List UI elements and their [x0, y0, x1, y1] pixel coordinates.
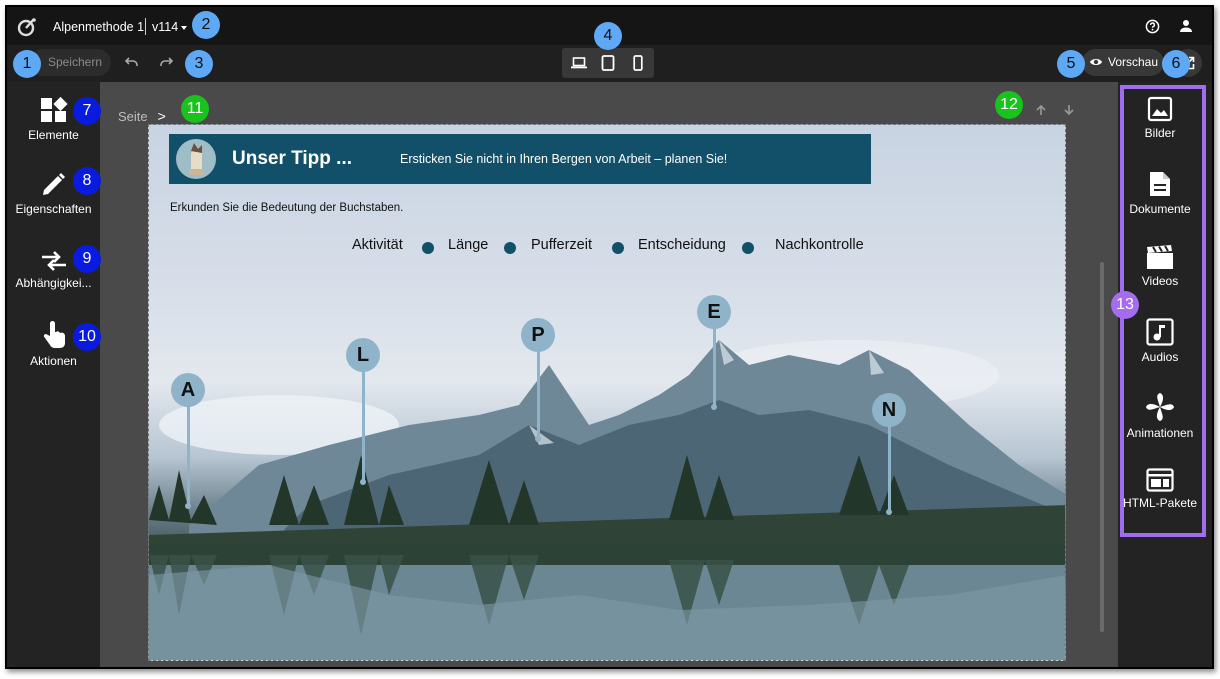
right-panel-label: Videos	[1141, 274, 1179, 288]
pencil-icon	[42, 173, 65, 195]
right-panel-label: HTML-Pakete	[1122, 496, 1198, 510]
redo-icon[interactable]	[159, 57, 173, 67]
chevron-down-icon	[181, 25, 188, 30]
right-panel-item-audios[interactable]: Audios	[1112, 318, 1208, 364]
legend-dot	[742, 242, 754, 254]
right-panel-label: Bilder	[1144, 126, 1176, 140]
undo-icon[interactable]	[125, 57, 139, 67]
intro-text: Erkunden Sie die Bedeutung der Buchstabe…	[170, 202, 404, 214]
title-divider	[145, 18, 146, 35]
hotspot-pin-l[interactable]: L	[346, 338, 380, 372]
pin-anchor	[711, 404, 717, 410]
tablet-icon[interactable]	[601, 55, 615, 71]
device-switcher	[562, 48, 654, 78]
vertical-scrollbar[interactable]	[1100, 262, 1104, 632]
preview-button[interactable]: Vorschau	[1082, 49, 1164, 76]
breadcrumb: Seite >	[118, 108, 166, 124]
hotspot-pin-a[interactable]: A	[171, 373, 205, 407]
arrow-down-icon[interactable]	[1063, 104, 1075, 116]
legend-dot	[422, 242, 434, 254]
page-canvas[interactable]: Unser Tipp ... Ersticken Sie nicht in Ih…	[148, 124, 1066, 661]
callout-badge: 11	[181, 95, 209, 123]
save-button[interactable]: Speichern	[29, 49, 111, 76]
phone-icon[interactable]	[633, 55, 643, 71]
preview-label: Vorschau	[1108, 55, 1159, 69]
touch-icon	[43, 321, 65, 348]
callout-badge: 10	[73, 323, 101, 351]
right-panel-item-html-pakete[interactable]: HTML-Pakete	[1112, 468, 1208, 510]
callout-badge: 6	[1162, 50, 1190, 78]
left-panel-label: Eigenschaften	[15, 202, 92, 216]
pin-line	[713, 328, 716, 407]
legend-dot	[504, 242, 516, 254]
right-panel-item-dokumente[interactable]: Dokumente	[1112, 170, 1208, 216]
pin-anchor	[185, 503, 191, 509]
right-panel-label: Audios	[1141, 350, 1179, 364]
callout-badge: 5	[1057, 50, 1085, 78]
clapperboard-icon	[1147, 245, 1173, 269]
callout-badge: 4	[594, 22, 622, 50]
laptop-icon[interactable]	[571, 57, 587, 69]
eye-icon	[1090, 59, 1102, 65]
hotspot-pin-p[interactable]: P	[521, 318, 555, 352]
right-panel-item-animationen[interactable]: Animationen	[1112, 392, 1208, 440]
right-panel-item-videos[interactable]: Videos	[1112, 244, 1208, 288]
tip-text: Ersticken Sie nicht in Ihren Bergen von …	[400, 152, 728, 166]
tip-avatar-icon	[176, 139, 216, 179]
version-label: v114	[152, 20, 179, 34]
callout-badge: 1	[13, 50, 41, 78]
image-icon	[1147, 96, 1173, 122]
left-panel-label: Abhängigkei...	[15, 276, 92, 290]
music-note-icon	[1146, 318, 1174, 346]
pin-anchor	[886, 509, 892, 515]
breadcrumb-root[interactable]: Seite	[118, 109, 148, 124]
user-icon[interactable]	[1179, 19, 1193, 33]
callout-badge: 8	[73, 167, 101, 195]
widgets-icon	[40, 96, 68, 122]
legend-item-nachkontrolle: Nachkontrolle	[775, 237, 864, 253]
swap-arrows-icon	[41, 251, 66, 271]
editor-workspace: Seite > Unser Tipp ... Ersticken Sie nic…	[100, 82, 1118, 667]
left-panel-label: Elemente	[28, 128, 79, 142]
help-icon[interactable]	[1145, 19, 1160, 34]
legend-item-laenge: Länge	[448, 237, 489, 253]
right-panel: Bilder Dokumente Videos Audios Animation…	[1118, 82, 1212, 667]
hotspot-pin-n[interactable]: N	[872, 393, 906, 427]
pinwheel-icon	[1146, 393, 1174, 421]
project-title[interactable]: Alpenmethode 1	[53, 20, 144, 34]
pin-line	[362, 371, 365, 481]
pin-anchor	[360, 479, 366, 485]
tip-title: Unser Tipp ...	[232, 148, 353, 169]
legend-dot	[612, 242, 624, 254]
legend-item-entscheidung: Entscheidung	[638, 237, 726, 253]
left-panel-label: Aktionen	[30, 354, 77, 368]
right-panel-label: Dokumente	[1129, 202, 1191, 216]
callout-badge: 12	[995, 91, 1023, 119]
pin-line	[888, 426, 891, 512]
web-package-icon	[1146, 468, 1174, 492]
right-panel-label: Animationen	[1126, 426, 1194, 440]
legend-item-pufferzeit: Pufferzeit	[531, 237, 592, 253]
hotspot-pin-e[interactable]: E	[697, 295, 731, 329]
document-icon	[1150, 172, 1170, 196]
app-logo-icon	[17, 18, 36, 37]
breadcrumb-separator: >	[157, 108, 166, 124]
pin-line	[537, 351, 540, 439]
pin-line	[187, 406, 190, 505]
callout-badge: 13	[1111, 291, 1139, 319]
callout-badge: 7	[73, 97, 101, 125]
app-window: Alpenmethode 1 v114 Speichern Vorschau E…	[5, 5, 1214, 669]
legend-item-aktivitaet: Aktivität	[352, 237, 403, 253]
tip-banner[interactable]: Unser Tipp ... Ersticken Sie nicht in Ih…	[169, 134, 871, 184]
callout-badge: 2	[192, 11, 220, 39]
pin-anchor	[535, 436, 541, 442]
right-panel-item-bilder[interactable]: Bilder	[1112, 96, 1208, 140]
version-dropdown[interactable]: v114	[152, 20, 188, 34]
callout-badge: 3	[185, 50, 213, 78]
callout-badge: 9	[73, 245, 101, 273]
arrow-up-icon[interactable]	[1035, 104, 1047, 116]
